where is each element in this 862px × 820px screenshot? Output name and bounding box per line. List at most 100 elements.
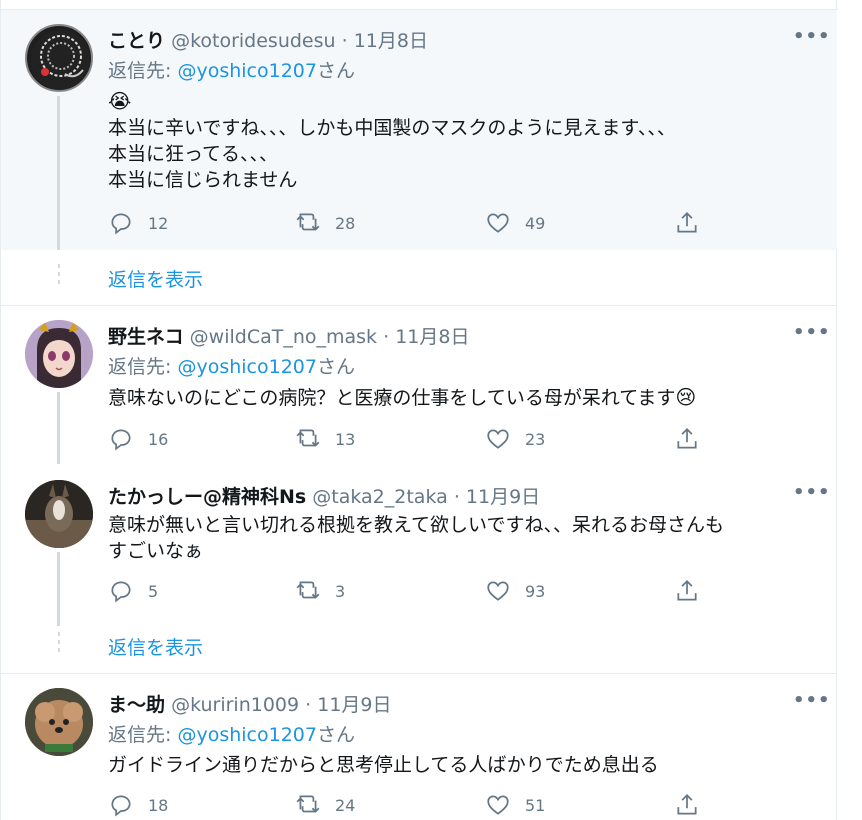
reply-to: 返信先: @yoshico1207さん — [108, 56, 355, 83]
retweet-button[interactable]: 24 — [295, 790, 355, 820]
timeline: ことり @kotoridesudesu · 11月8日 ••• 返信先: @yo… — [0, 0, 838, 820]
retweet-count: 3 — [335, 581, 346, 601]
like-button[interactable]: 93 — [485, 576, 545, 606]
share-button[interactable] — [674, 424, 714, 454]
reply-icon — [111, 429, 131, 451]
reply-to: 返信先: @yoshico1207さん — [108, 720, 355, 747]
reply-to-prefix: 返信先: — [108, 356, 172, 378]
user-handle[interactable]: @kotoridesudesu — [171, 30, 336, 52]
reply-icon — [111, 581, 131, 603]
reply-count: 18 — [148, 795, 169, 815]
avatar[interactable] — [25, 688, 93, 756]
more-icon[interactable]: ••• — [793, 322, 831, 343]
more-icon[interactable]: ••• — [793, 690, 831, 711]
tweet-date[interactable]: 11月8日 — [354, 30, 428, 52]
tweet-date[interactable]: 11月9日 — [317, 694, 391, 716]
retweet-count: 24 — [335, 795, 356, 815]
show-replies-link[interactable]: 返信を表示 — [108, 265, 203, 292]
tweet-text: 意味が無いと言い切れる根拠を教えて欲しいですね、、呆れるお母さんも すごいなぁ — [108, 512, 724, 564]
reply-button[interactable]: 12 — [108, 208, 168, 238]
user-handle[interactable]: @taka2_2taka — [312, 486, 448, 508]
retweet-icon — [296, 795, 320, 813]
share-icon — [677, 428, 697, 449]
reply-count: 16 — [148, 429, 169, 449]
retweet-icon — [296, 213, 320, 231]
emoji: 😢 — [675, 385, 697, 409]
avatar[interactable] — [25, 480, 93, 548]
display-name[interactable]: たかっしー@精神科Ns — [108, 486, 306, 508]
tweet-header: 野生ネコ @wildCaT_no_mask · 11月8日 — [108, 322, 469, 349]
thread-line — [57, 392, 60, 464]
reply-mention[interactable]: @yoshico1207 — [177, 356, 317, 378]
tweet-actions: 12 28 49 — [108, 208, 708, 238]
tweet[interactable]: ことり @kotoridesudesu · 11月8日 ••• 返信先: @yo… — [1, 10, 837, 250]
like-button[interactable]: 51 — [485, 790, 545, 820]
reply-to-prefix: 返信先: — [108, 724, 172, 746]
tweet-line: 本当に辛いですね、、、しかも中国製のマスクのように見えます、、、 — [108, 117, 676, 139]
reply-to-suffix: さん — [316, 356, 355, 378]
show-replies-link[interactable]: 返信を表示 — [108, 633, 203, 660]
like-icon — [487, 429, 509, 449]
tweet-date[interactable]: 11月8日 — [395, 326, 469, 348]
reply-button[interactable]: 5 — [108, 576, 158, 606]
tweet[interactable]: たかっしー@精神科Ns @taka2_2taka · 11月9日 ••• 意味が… — [1, 466, 837, 626]
tweet-header: たかっしー@精神科Ns @taka2_2taka · 11月9日 — [108, 482, 540, 509]
tweet-actions: 16 13 23 — [108, 424, 708, 454]
like-count: 51 — [525, 795, 546, 815]
retweet-button[interactable]: 13 — [295, 424, 355, 454]
retweet-icon — [296, 581, 320, 599]
display-name[interactable]: ことり — [108, 30, 165, 52]
reply-count: 5 — [148, 581, 159, 601]
share-button[interactable] — [674, 790, 714, 820]
user-handle[interactable]: @kuririn1009 — [171, 694, 299, 716]
like-count: 93 — [525, 581, 546, 601]
like-count: 49 — [525, 213, 546, 233]
tweet-text: ガイドライン通りだからと思考停止してる人ばかりでため息出る — [108, 752, 659, 778]
reply-icon — [111, 795, 131, 817]
tweet-header: ま〜助 @kuririn1009 · 11月9日 — [108, 690, 392, 717]
like-button[interactable]: 23 — [485, 424, 545, 454]
more-icon[interactable]: ••• — [793, 26, 831, 47]
reply-count: 12 — [148, 213, 169, 233]
retweet-button[interactable]: 3 — [295, 576, 345, 606]
reply-mention[interactable]: @yoshico1207 — [177, 60, 317, 82]
retweet-button[interactable]: 28 — [295, 208, 355, 238]
tweet-text: 😭 本当に辛いですね、、、しかも中国製のマスクのように見えます、、、 本当に狂っ… — [108, 88, 676, 193]
retweet-count: 13 — [335, 429, 356, 449]
thread-line — [57, 552, 60, 626]
tweet-text: 意味ないのにどこの病院？と医療の仕事をしている母が呆れてます😢 — [108, 384, 696, 411]
share-icon — [677, 212, 697, 233]
separator: · — [453, 486, 460, 508]
thread-dots — [58, 632, 60, 656]
reply-button[interactable]: 18 — [108, 790, 168, 820]
display-name[interactable]: 野生ネコ — [108, 326, 184, 348]
reply-mention[interactable]: @yoshico1207 — [177, 724, 317, 746]
tweet[interactable]: 野生ネコ @wildCaT_no_mask · 11月8日 ••• 返信先: @… — [1, 306, 837, 464]
tweet-line: ガイドライン通りだからと思考停止してる人ばかりでため息出る — [108, 754, 659, 776]
tweet-date[interactable]: 11月9日 — [466, 486, 540, 508]
separator: · — [305, 694, 312, 716]
tweet[interactable]: ま〜助 @kuririn1009 · 11月9日 ••• 返信先: @yoshi… — [1, 674, 837, 820]
emoji: 😭 — [108, 89, 132, 113]
tweet-line: 意味が無いと言い切れる根拠を教えて欲しいですね、、呆れるお母さんも — [108, 514, 724, 536]
like-icon — [487, 581, 509, 601]
more-icon[interactable]: ••• — [793, 482, 831, 503]
tweet-actions: 18 24 51 — [108, 790, 708, 820]
avatar[interactable] — [25, 320, 93, 388]
like-icon — [487, 213, 509, 233]
tweet-header: ことり @kotoridesudesu · 11月8日 — [108, 26, 428, 53]
display-name[interactable]: ま〜助 — [108, 694, 165, 716]
like-count: 23 — [525, 429, 546, 449]
retweet-count: 28 — [335, 213, 356, 233]
user-handle[interactable]: @wildCaT_no_mask — [190, 326, 377, 348]
share-button[interactable] — [674, 208, 714, 238]
avatar[interactable] — [25, 24, 93, 92]
retweet-icon — [296, 429, 320, 447]
separator: · — [383, 326, 390, 348]
reply-to-suffix: さん — [316, 724, 355, 746]
like-button[interactable]: 49 — [485, 208, 545, 238]
share-button[interactable] — [674, 576, 714, 606]
tweet-line: 本当に狂ってる、、、 — [108, 143, 279, 165]
like-icon — [487, 795, 509, 815]
reply-button[interactable]: 16 — [108, 424, 168, 454]
